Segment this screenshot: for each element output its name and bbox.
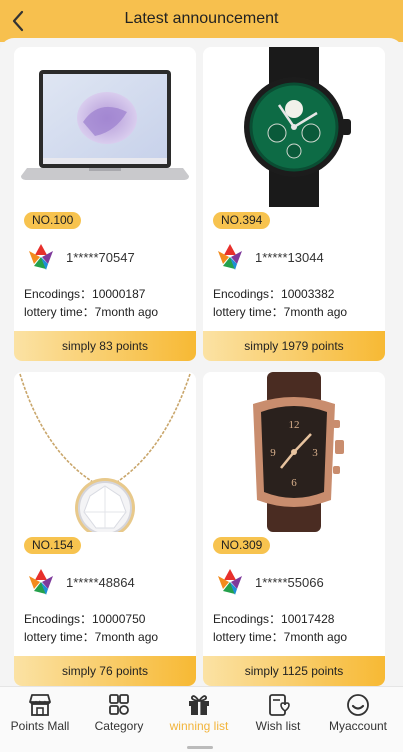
winner-row: 1*****48864: [28, 565, 135, 599]
tab-label: Points Mall: [10, 719, 70, 733]
avatar-flower-icon: [218, 569, 242, 595]
bottom-tab-bar: Points Mall Category winning list Wish l…: [0, 686, 403, 752]
avatar-flower-icon: [29, 569, 53, 595]
svg-text:12: 12: [289, 419, 300, 431]
home-indicator: [187, 746, 213, 749]
points-button[interactable]: simply 1979 points: [203, 331, 385, 361]
encoding-text: Encodings：10000750: [24, 612, 146, 626]
winner-name: 1*****55066: [255, 574, 324, 590]
lottery-time-text: lottery time：7month ago: [213, 305, 348, 319]
tab-winning-list[interactable]: winning list: [159, 693, 239, 733]
tab-my-account[interactable]: Myaccount: [318, 693, 398, 733]
page-title: Latest announcement: [124, 10, 279, 27]
wishlist-icon: [269, 694, 290, 716]
winner-row: 1*****55066: [217, 565, 324, 599]
points-button[interactable]: simply 1125 points: [203, 656, 385, 686]
avatar-flower-icon: [218, 244, 242, 270]
tab-label: Category: [94, 719, 144, 733]
tab-label: Myaccount: [328, 719, 388, 733]
svg-text:6: 6: [291, 477, 297, 489]
winner-name: 1*****48864: [66, 574, 135, 590]
encoding-text: Encodings：10017428: [213, 612, 335, 626]
grid-icon: [109, 694, 129, 715]
shop-icon: [29, 694, 51, 716]
prize-card[interactable]: NO.394 1*****13044 Encodings：10003382 lo…: [203, 47, 385, 361]
product-image-watch: [203, 47, 385, 207]
points-button[interactable]: simply 83 points: [14, 331, 196, 361]
avatar-flower-icon: [29, 244, 53, 270]
product-image-necklace: [14, 372, 196, 532]
gift-icon: [189, 695, 209, 715]
winner-row: 1*****70547: [28, 240, 135, 274]
tab-category[interactable]: Category: [79, 693, 159, 733]
winner-name: 1*****70547: [66, 249, 135, 265]
winner-name: 1*****13044: [255, 249, 324, 265]
header-bar: Latest announcement: [0, 0, 403, 42]
encoding-text: Encodings：10003382: [213, 287, 335, 301]
svg-text:9: 9: [270, 447, 276, 459]
winner-row: 1*****13044: [217, 240, 324, 274]
lottery-time-text: lottery time：7month ago: [24, 305, 159, 319]
tab-wish-list[interactable]: Wish list: [238, 693, 318, 733]
tab-label: winning list: [169, 719, 229, 733]
prize-number-badge: NO.154: [24, 537, 82, 554]
svg-text:3: 3: [312, 447, 318, 459]
lottery-time-text: lottery time：7month ago: [213, 630, 348, 644]
announcement-grid: NO.100 1*****70547 Encodings：10000187 lo…: [0, 38, 403, 686]
prize-card[interactable]: 12 9 3 6 NO.309 1*****55066 Encodings：10…: [203, 372, 385, 686]
product-image-laptop: [14, 47, 196, 207]
prize-number-badge: NO.309: [213, 537, 271, 554]
smile-icon: [347, 694, 369, 716]
product-image-watch: 12 9 3 6: [203, 372, 385, 532]
encoding-text: Encodings：10000187: [24, 287, 146, 301]
lottery-time-text: lottery time：7month ago: [24, 630, 159, 644]
prize-card[interactable]: NO.154 1*****48864 Encodings：10000750 lo…: [14, 372, 196, 686]
prize-number-badge: NO.394: [213, 212, 271, 229]
points-button[interactable]: simply 76 points: [14, 656, 196, 686]
tab-label: Wish list: [255, 719, 301, 733]
prize-card[interactable]: NO.100 1*****70547 Encodings：10000187 lo…: [14, 47, 196, 361]
prize-number-badge: NO.100: [24, 212, 82, 229]
tab-points-mall[interactable]: Points Mall: [0, 693, 80, 733]
